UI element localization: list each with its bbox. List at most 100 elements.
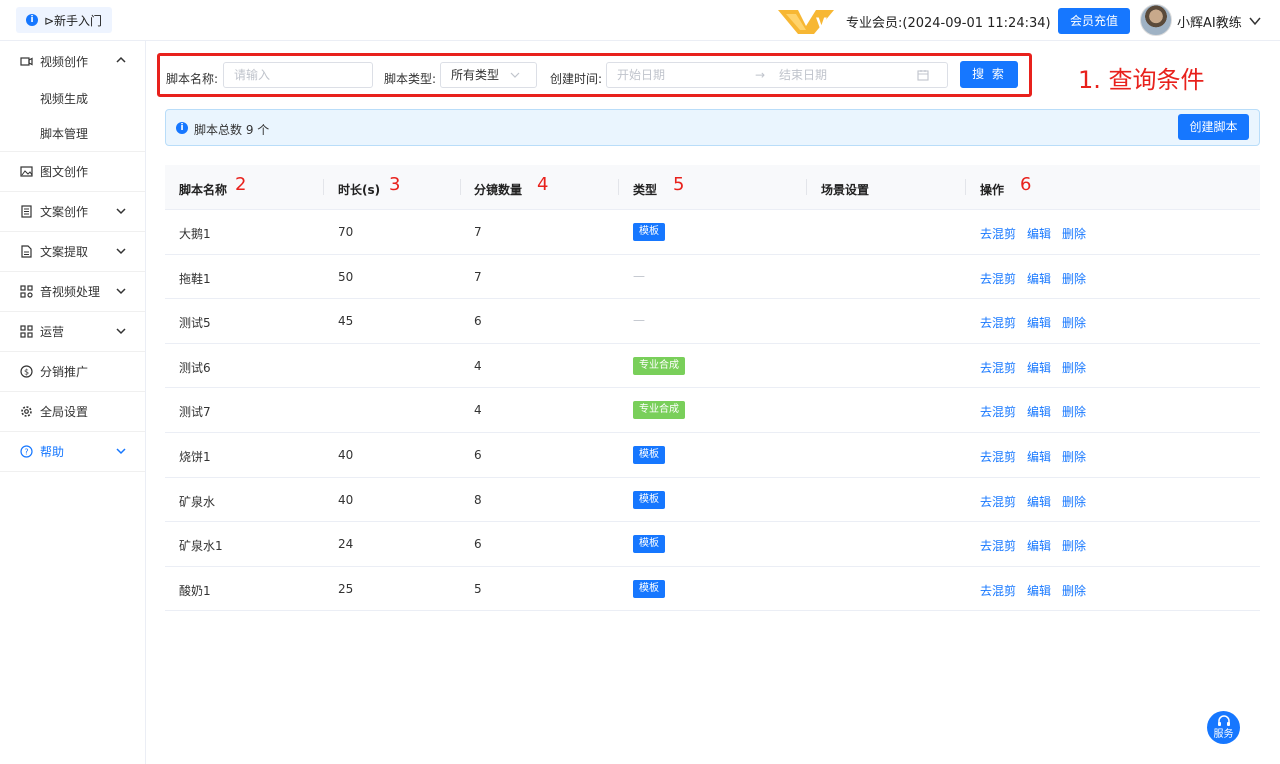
customer-service-button[interactable]: 服务 xyxy=(1207,711,1240,744)
cell-script-name: 矿泉水1 xyxy=(179,539,223,554)
cell-shots: 7 xyxy=(474,225,482,239)
sidebar-item-distribution[interactable]: $ 分销推广 xyxy=(0,352,145,392)
column-header-actions: 操作 xyxy=(980,183,1005,197)
avatar[interactable] xyxy=(1140,4,1172,36)
edit-link[interactable]: 编辑 xyxy=(1027,314,1051,331)
edit-link[interactable]: 编辑 xyxy=(1027,403,1051,420)
dollar-icon: $ xyxy=(20,365,33,378)
remix-link[interactable]: 去混剪 xyxy=(980,403,1016,420)
cell-duration: 40 xyxy=(338,492,354,507)
membership-status: 专业会员:(2024-09-01 11:24:34) xyxy=(846,16,1051,31)
script-type-select[interactable]: 所有类型 xyxy=(440,62,537,88)
annotation-number: 4 xyxy=(537,174,549,195)
table-row: 大鹅1 70 7 模板 去混剪 编辑 删除 xyxy=(165,210,1260,255)
remix-link[interactable]: 去混剪 xyxy=(980,493,1016,510)
empty-type-placeholder: — xyxy=(633,268,645,283)
cell-script-name: 大鹅1 xyxy=(179,227,211,241)
sidebar-item-label: 视频创作 xyxy=(40,54,89,69)
sidebar-subitem-script-manage[interactable]: 脚本管理 xyxy=(0,116,145,151)
column-header-duration: 时长(s) xyxy=(338,183,381,197)
cell-duration: 40 xyxy=(338,447,354,462)
document-icon xyxy=(20,205,33,218)
date-range-picker[interactable]: 开始日期 → 结束日期 xyxy=(606,62,948,88)
svg-text:?: ? xyxy=(24,448,28,457)
create-script-button[interactable]: 创建脚本 xyxy=(1178,114,1249,140)
delete-link[interactable]: 删除 xyxy=(1062,314,1086,331)
script-type-label: 脚本类型: xyxy=(384,72,437,86)
table-header: 脚本名称 2 时长(s) 3 分镜数量 4 类型 5 场景设置 操作 6 xyxy=(165,165,1260,210)
chevron-up-icon xyxy=(116,56,126,63)
remix-link[interactable]: 去混剪 xyxy=(980,314,1016,331)
image-icon xyxy=(20,165,33,178)
gear-icon xyxy=(20,405,33,418)
delete-link[interactable]: 删除 xyxy=(1062,359,1086,376)
cell-duration: 45 xyxy=(338,314,354,329)
edit-link[interactable]: 编辑 xyxy=(1027,448,1051,465)
sidebar-group-video: 视频创作 视频生成 脚本管理 xyxy=(0,41,145,152)
sidebar-subitem-video-generate[interactable]: 视频生成 xyxy=(0,81,145,116)
beginner-guide-label: ⊳新手入门 xyxy=(44,13,103,28)
sidebar-item-copywriting[interactable]: 文案创作 xyxy=(0,192,145,232)
cell-duration: 25 xyxy=(338,581,354,596)
delete-link[interactable]: 删除 xyxy=(1062,448,1086,465)
delete-link[interactable]: 删除 xyxy=(1062,403,1086,420)
sidebar-item-operations[interactable]: 运营 xyxy=(0,312,145,352)
end-date-input[interactable]: 结束日期 xyxy=(779,63,827,87)
chevron-down-icon[interactable] xyxy=(1248,14,1262,28)
script-type-value: 所有类型 xyxy=(451,68,500,82)
delete-link[interactable]: 删除 xyxy=(1062,582,1086,599)
delete-link[interactable]: 删除 xyxy=(1062,493,1086,510)
remix-link[interactable]: 去混剪 xyxy=(980,359,1016,376)
service-label: 服务 xyxy=(1213,729,1234,740)
remix-link[interactable]: 去混剪 xyxy=(980,448,1016,465)
search-button[interactable]: 搜 索 xyxy=(960,61,1018,88)
headset-icon xyxy=(1217,715,1230,726)
column-divider xyxy=(806,179,807,195)
cell-duration: 24 xyxy=(338,537,354,552)
edit-link[interactable]: 编辑 xyxy=(1027,359,1051,376)
cell-script-name: 酸奶1 xyxy=(179,583,211,598)
recharge-button[interactable]: 会员充值 xyxy=(1058,8,1130,34)
cell-shots: 6 xyxy=(474,447,482,462)
beginner-guide-button[interactable]: i ⊳新手入门 xyxy=(16,7,113,33)
table-row: 拖鞋1 50 7 — 去混剪 编辑 删除 xyxy=(165,255,1260,300)
start-date-input[interactable]: 开始日期 xyxy=(617,68,665,82)
delete-link[interactable]: 删除 xyxy=(1062,537,1086,554)
annotation-number: 3 xyxy=(389,174,401,195)
type-tag: 专业合成 xyxy=(633,356,685,375)
cell-shots: 7 xyxy=(474,269,482,284)
sidebar-item-media-processing[interactable]: 音视频处理 xyxy=(0,272,145,312)
script-name-input[interactable]: 请输入 xyxy=(223,62,373,88)
chevron-down-icon xyxy=(116,328,126,335)
remix-link[interactable]: 去混剪 xyxy=(980,537,1016,554)
media-process-icon xyxy=(20,285,33,298)
sidebar-item-copy-extract[interactable]: 文案提取 xyxy=(0,232,145,272)
sidebar-item-label: 图文创作 xyxy=(40,165,89,179)
edit-link[interactable]: 编辑 xyxy=(1027,270,1051,287)
cell-script-name: 测试7 xyxy=(179,405,211,420)
remix-link[interactable]: 去混剪 xyxy=(980,270,1016,287)
sidebar-item-video-creation[interactable]: 视频创作 xyxy=(0,41,145,81)
edit-link[interactable]: 编辑 xyxy=(1027,537,1051,554)
cell-script-name: 测试6 xyxy=(179,360,211,375)
type-tag: 模板 xyxy=(633,490,665,509)
delete-link[interactable]: 删除 xyxy=(1062,270,1086,287)
table-row: 测试5 45 6 — 去混剪 编辑 删除 xyxy=(165,299,1260,344)
remix-link[interactable]: 去混剪 xyxy=(980,225,1016,242)
column-divider xyxy=(460,179,461,195)
username[interactable]: 小辉AI教练 xyxy=(1177,12,1242,31)
remix-link[interactable]: 去混剪 xyxy=(980,582,1016,599)
column-header-scene: 场景设置 xyxy=(821,183,870,197)
sidebar-item-image-creation[interactable]: 图文创作 xyxy=(0,152,145,192)
column-divider xyxy=(323,179,324,195)
edit-link[interactable]: 编辑 xyxy=(1027,225,1051,242)
edit-link[interactable]: 编辑 xyxy=(1027,582,1051,599)
sidebar-item-global-settings[interactable]: 全局设置 xyxy=(0,392,145,432)
edit-link[interactable]: 编辑 xyxy=(1027,493,1051,510)
sidebar-item-help[interactable]: ? 帮助 xyxy=(0,432,145,472)
delete-link[interactable]: 删除 xyxy=(1062,225,1086,242)
cell-shots: 4 xyxy=(474,403,482,418)
script-count-text: 脚本总数 9 个 xyxy=(194,123,270,137)
top-bar: i ⊳新手入门 V4 专业会员:(2024-09-01 11:24:34) 会员… xyxy=(0,0,1280,41)
help-icon: ? xyxy=(20,445,33,458)
